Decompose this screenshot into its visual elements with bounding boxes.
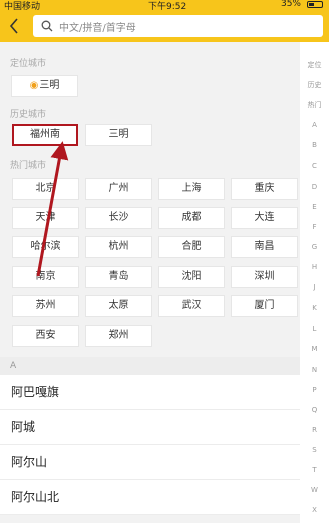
annotation-arrow-icon [36,141,69,277]
